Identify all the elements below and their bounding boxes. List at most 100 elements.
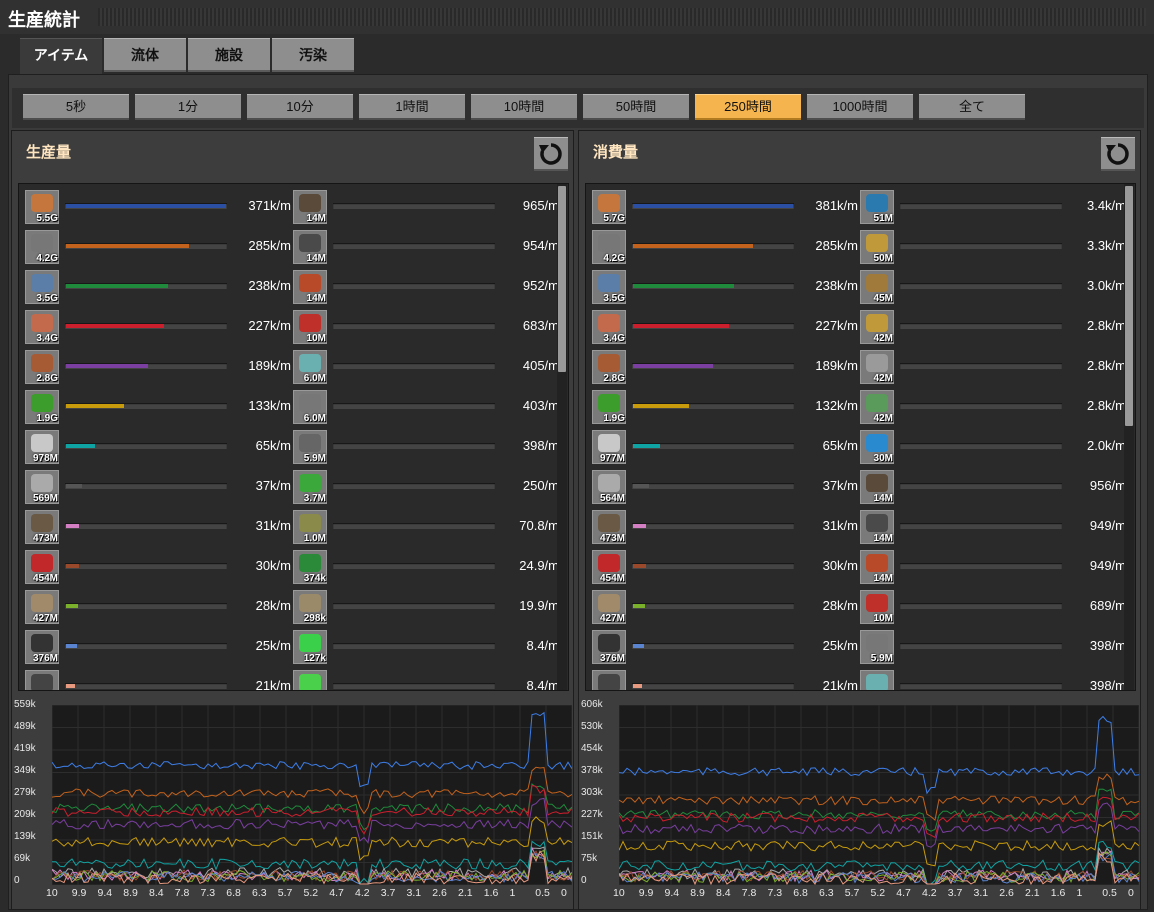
item-row[interactable]: 5.9M 398/m: [860, 628, 1126, 666]
item-row[interactable]: 374k 24.9/m: [293, 548, 559, 586]
time-1h-button[interactable]: 1時間: [359, 94, 465, 120]
rate-bar: [333, 443, 495, 449]
scrollbar-thumb[interactable]: [558, 186, 566, 372]
reset-button[interactable]: [1101, 137, 1135, 171]
item-row[interactable]: 5.5G 371k/m: [25, 188, 291, 226]
item-row[interactable]: 45M 3.0k/m: [860, 268, 1126, 306]
item-row[interactable]: 14M 965/m: [293, 188, 559, 226]
x-tick-label: 3.7: [380, 887, 396, 899]
item-count: 298k: [303, 613, 326, 624]
item-row[interactable]: 14M 954/m: [293, 228, 559, 266]
y-tick-label: 530k: [581, 721, 603, 732]
time-10m-button[interactable]: 10分: [247, 94, 353, 120]
item-row[interactable]: 454M 30k/m: [25, 548, 291, 586]
icon-glyph: [299, 514, 321, 532]
item-row[interactable]: 21k/m: [592, 668, 858, 690]
scrollbar-thumb[interactable]: [1125, 186, 1133, 426]
item-row[interactable]: 376M 25k/m: [592, 628, 858, 666]
item-row[interactable]: 21k/m: [25, 668, 291, 690]
item-row[interactable]: 473M 31k/m: [592, 508, 858, 546]
rate-bar-fill: [633, 684, 642, 688]
item-row[interactable]: 3.4G 227k/m: [592, 308, 858, 346]
item-row[interactable]: 427M 28k/m: [592, 588, 858, 626]
item-row[interactable]: 2.8G 189k/m: [592, 348, 858, 386]
rate-bar: [333, 283, 495, 289]
time-5s-button[interactable]: 5秒: [23, 94, 129, 120]
tab-pollution[interactable]: 汚染: [272, 38, 354, 72]
rate-bar-fill: [66, 324, 164, 328]
item-row[interactable]: 5.9M 398/m: [293, 428, 559, 466]
item-row[interactable]: 5.7G 381k/m: [592, 188, 858, 226]
time-all-button[interactable]: 全て: [919, 94, 1025, 120]
time-1m-button[interactable]: 1分: [135, 94, 241, 120]
x-tick-label: 1.6: [1050, 887, 1066, 899]
item-row[interactable]: 473M 31k/m: [25, 508, 291, 546]
item-row[interactable]: 42M 2.8k/m: [860, 388, 1126, 426]
x-tick-label: 4.2: [922, 887, 937, 899]
item-row[interactable]: 51M 3.4k/m: [860, 188, 1126, 226]
title-bar[interactable]: 生産統計: [0, 0, 1154, 34]
item-row[interactable]: 10M 689/m: [860, 588, 1126, 626]
item-count: 2.8G: [603, 373, 625, 384]
item-row[interactable]: 42M 2.8k/m: [860, 308, 1126, 346]
item-rate: 37k/m: [255, 478, 291, 493]
item-row[interactable]: 6.0M 403/m: [293, 388, 559, 426]
icon-glyph: [866, 674, 888, 690]
time-250h-button[interactable]: 250時間: [695, 94, 801, 120]
item-count: 14M: [306, 213, 326, 224]
tab-items[interactable]: アイテム: [20, 38, 102, 74]
item-row[interactable]: 427M 28k/m: [25, 588, 291, 626]
drag-handle[interactable]: [98, 8, 1146, 26]
production-panel: 生産量 5.5G 371k/m 4.2G 285k/m 3.5G 238k/m 3.4G 22…: [11, 130, 574, 910]
item-row[interactable]: 4.2G 285k/m: [592, 228, 858, 266]
item-row[interactable]: 14M 952/m: [293, 268, 559, 306]
item-row[interactable]: 1.0M 70.8/m: [293, 508, 559, 546]
x-tick-label: 6.8: [226, 887, 241, 899]
item-row[interactable]: 14M 949/m: [860, 508, 1126, 546]
item-row[interactable]: 569M 37k/m: [25, 468, 291, 506]
item-count: 427M: [32, 613, 58, 624]
item-row[interactable]: 42M 2.8k/m: [860, 348, 1126, 386]
item-row[interactable]: 6.0M 405/m: [293, 348, 559, 386]
coal-lump-icon: 376M: [25, 630, 59, 664]
consumption-item-list[interactable]: 5.7G 381k/m 4.2G 285k/m 3.5G 238k/m 3.4G 227k/m…: [585, 183, 1136, 691]
item-count: 10M: [306, 333, 326, 344]
tab-fluids[interactable]: 流体: [104, 38, 186, 72]
item-row[interactable]: 3.4G 227k/m: [25, 308, 291, 346]
item-row[interactable]: 1.9G 132k/m: [592, 388, 858, 426]
time-50h-button[interactable]: 50時間: [583, 94, 689, 120]
item-row[interactable]: 298k 19.9/m: [293, 588, 559, 626]
item-row[interactable]: 8.4/m: [293, 668, 559, 690]
tab-buildings[interactable]: 施設: [188, 38, 270, 72]
item-row[interactable]: 50M 3.3k/m: [860, 228, 1126, 266]
item-row[interactable]: 3.5G 238k/m: [25, 268, 291, 306]
item-row[interactable]: 376M 25k/m: [25, 628, 291, 666]
item-row[interactable]: 2.8G 189k/m: [25, 348, 291, 386]
item-row[interactable]: 1.9G 133k/m: [25, 388, 291, 426]
copper-plate-icon: 3.4G: [25, 310, 59, 344]
production-item-list[interactable]: 5.5G 371k/m 4.2G 285k/m 3.5G 238k/m 3.4G 227k/m…: [18, 183, 569, 691]
rate-bar-fill: [66, 524, 79, 528]
item-row[interactable]: 127k 8.4/m: [293, 628, 559, 666]
item-row[interactable]: 30M 2.0k/m: [860, 428, 1126, 466]
x-tick-label: 3.7: [947, 887, 963, 899]
time-1000h-button[interactable]: 1000時間: [807, 94, 913, 120]
item-row[interactable]: 14M 956/m: [860, 468, 1126, 506]
reset-button[interactable]: [534, 137, 568, 171]
item-row[interactable]: 3.7M 250/m: [293, 468, 559, 506]
consumption-graph: [619, 705, 1139, 885]
item-row[interactable]: 454M 30k/m: [592, 548, 858, 586]
rate-bar-fill: [66, 444, 95, 448]
rate-bar: [900, 683, 1062, 689]
rate-bar-fill: [633, 404, 689, 408]
time-10h-button[interactable]: 10時間: [471, 94, 577, 120]
item-row[interactable]: 977M 65k/m: [592, 428, 858, 466]
item-row[interactable]: 398/m: [860, 668, 1126, 690]
item-row[interactable]: 3.5G 238k/m: [592, 268, 858, 306]
item-row[interactable]: 14M 949/m: [860, 548, 1126, 586]
item-row[interactable]: 564M 37k/m: [592, 468, 858, 506]
item-row[interactable]: 10M 683/m: [293, 308, 559, 346]
icon-glyph: [866, 234, 888, 252]
item-row[interactable]: 978M 65k/m: [25, 428, 291, 466]
item-row[interactable]: 4.2G 285k/m: [25, 228, 291, 266]
